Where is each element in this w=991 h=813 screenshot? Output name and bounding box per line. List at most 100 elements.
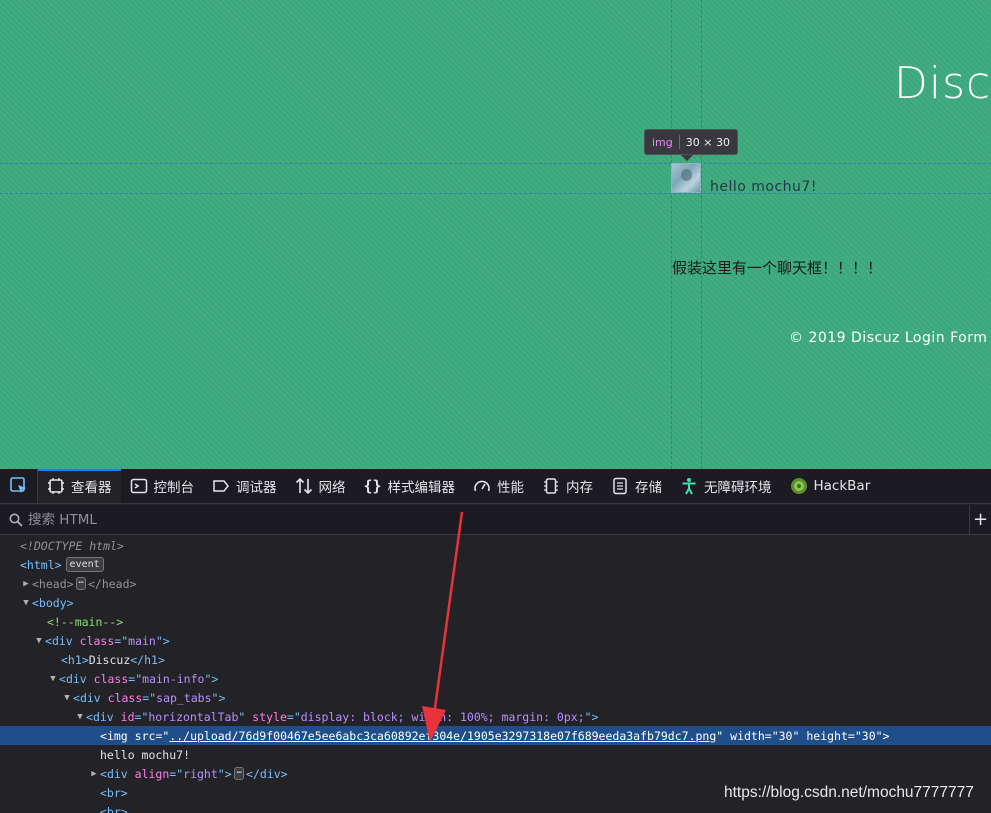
inspector-icon (47, 477, 65, 495)
tab-label: 存储 (635, 480, 662, 496)
tree-node-doctype[interactable]: <!DOCTYPE html> (0, 536, 991, 555)
collapse-toggle[interactable] (20, 598, 32, 608)
tree-node-h1[interactable]: <h1> Discuz </h1> (0, 650, 991, 669)
tree-node-div-main[interactable]: <div class="main"> (0, 631, 991, 650)
tab-performance[interactable]: 性能 (464, 469, 533, 503)
h1-close-tag: </h1> (130, 652, 165, 667)
collapse-toggle[interactable] (47, 674, 59, 684)
attr-value: sap_tabs (156, 690, 212, 705)
tab-hackbar[interactable]: HackBar (781, 469, 880, 503)
body-tag: <body> (32, 595, 74, 610)
tab-debugger[interactable]: 调试器 (203, 469, 286, 503)
tab-inspector[interactable]: 查看器 (38, 469, 121, 503)
tab-network[interactable]: 网络 (286, 469, 355, 503)
doctype-text: <!DOCTYPE html> (20, 538, 124, 553)
h1-text: Discuz (88, 652, 131, 667)
tag-name: div (51, 633, 73, 648)
tooltip-arrow (681, 155, 693, 161)
collapsed-ellipsis[interactable]: ⋯ (233, 767, 245, 780)
chat-placeholder-text: 假装这里有一个聊天框！！！！ (672, 259, 883, 277)
attr-name: height (806, 728, 848, 743)
tag-name: div (92, 709, 114, 724)
expand-toggle[interactable] (88, 769, 100, 779)
tag-name: div (79, 690, 101, 705)
tree-node-div-align[interactable]: <div align="right">⋯</div> (0, 764, 991, 783)
watermark-text: https://blog.csdn.net/mochu7777777 (724, 784, 974, 801)
tooltip-dimensions: 30 × 30 (685, 135, 730, 149)
tab-storage[interactable]: 存储 (602, 469, 671, 503)
tab-label: 网络 (318, 480, 346, 496)
attr-name: id (120, 709, 135, 724)
devtools-toolbar: 查看器 控制台 调试器 网络 {} 样式编辑器 性能 内存 存储 无障碍环境 H… (0, 469, 991, 504)
tree-node-div-horizontal-tab[interactable]: <div id="horizontalTab" style="display: … (0, 707, 991, 726)
tag-name: div (65, 671, 87, 686)
tab-label: 性能 (497, 480, 524, 496)
tab-style-editor[interactable]: {} 样式编辑器 (355, 469, 465, 503)
html-search-bar: + (0, 504, 991, 535)
head-open-tag: <head> (32, 576, 74, 591)
search-icon (4, 513, 28, 527)
tab-label: 内存 (566, 480, 593, 496)
collapse-toggle[interactable] (61, 693, 73, 703)
guide-line-vertical (671, 0, 672, 469)
collapse-toggle[interactable] (33, 636, 45, 646)
attr-name: width (730, 728, 765, 743)
collapsed-ellipsis[interactable]: ⋯ (75, 577, 86, 590)
h1-open-tag: <h1> (61, 652, 89, 667)
collapse-toggle[interactable] (74, 712, 86, 722)
performance-icon (473, 477, 491, 495)
tree-node-div-sap-tabs[interactable]: <div class="sap_tabs"> (0, 688, 991, 707)
annotation-arrow (422, 511, 464, 742)
comment-text: <!--main--> (47, 614, 124, 629)
search-html-input[interactable] (28, 505, 969, 534)
style-editor-icon: {} (363, 477, 382, 495)
tab-label: 调试器 (236, 480, 277, 496)
tab-label: HackBar (813, 478, 871, 494)
attr-name: align (134, 766, 170, 781)
tree-node-head[interactable]: <head> ⋯ </head> (0, 574, 991, 593)
tree-node-text[interactable]: hello mochu7! (0, 745, 991, 764)
attr-value: 30 (861, 728, 876, 743)
accessibility-icon (680, 477, 698, 495)
avatar-image[interactable] (671, 163, 701, 193)
attr-name: class (79, 633, 115, 648)
devtools-panel: 查看器 控制台 调试器 网络 {} 样式编辑器 性能 内存 存储 无障碍环境 H… (0, 469, 991, 813)
tree-node-img-selected[interactable]: < img src =" ../upload/76d9f00467e5ee6abc3c… (0, 726, 991, 745)
tab-label: 控制台 (153, 480, 195, 496)
attr-value: right (183, 766, 218, 781)
guide-line-horizontal (0, 163, 991, 164)
element-picker-button[interactable] (0, 469, 38, 503)
event-badge[interactable]: event (65, 557, 104, 572)
text-node: hello mochu7! (100, 747, 191, 762)
attr-name: style (252, 709, 287, 724)
storage-icon (611, 477, 629, 495)
tree-node-html[interactable]: <html> event (0, 555, 991, 574)
guide-line-vertical (701, 0, 702, 469)
close-tag: </div> (246, 766, 288, 781)
tree-node-div-main-info[interactable]: <div class="main-info"> (0, 669, 991, 688)
tree-node-body[interactable]: <body> (0, 593, 991, 612)
tooltip-tag: img (652, 135, 673, 149)
page-viewport: Discuz img 30 × 30 hello mochu7! 假装这里有一个… (0, 0, 991, 469)
tooltip-divider (678, 135, 680, 149)
debugger-icon (212, 477, 230, 495)
guide-line-horizontal (0, 193, 991, 194)
tab-console[interactable]: 控制台 (121, 469, 204, 503)
tree-node-br[interactable]: <br> (0, 802, 991, 813)
attr-value: main-info (142, 671, 205, 686)
network-icon (295, 477, 313, 495)
attr-value: 30 (778, 728, 793, 743)
tab-accessibility[interactable]: 无障碍环境 (671, 469, 781, 503)
tag-name: img (106, 728, 128, 743)
tab-label: 查看器 (71, 480, 112, 496)
tab-label: 无障碍环境 (704, 480, 772, 496)
greeting-text: hello mochu7! (710, 179, 817, 195)
expand-toggle[interactable] (20, 579, 32, 589)
memory-icon (542, 477, 560, 495)
page-title: Discuz (894, 58, 991, 109)
add-node-button[interactable]: + (969, 504, 991, 535)
tree-node-comment[interactable]: <!--main--> (0, 612, 991, 631)
console-icon (130, 477, 148, 495)
br-tag: <br> (100, 785, 128, 800)
tab-memory[interactable]: 内存 (533, 469, 602, 503)
